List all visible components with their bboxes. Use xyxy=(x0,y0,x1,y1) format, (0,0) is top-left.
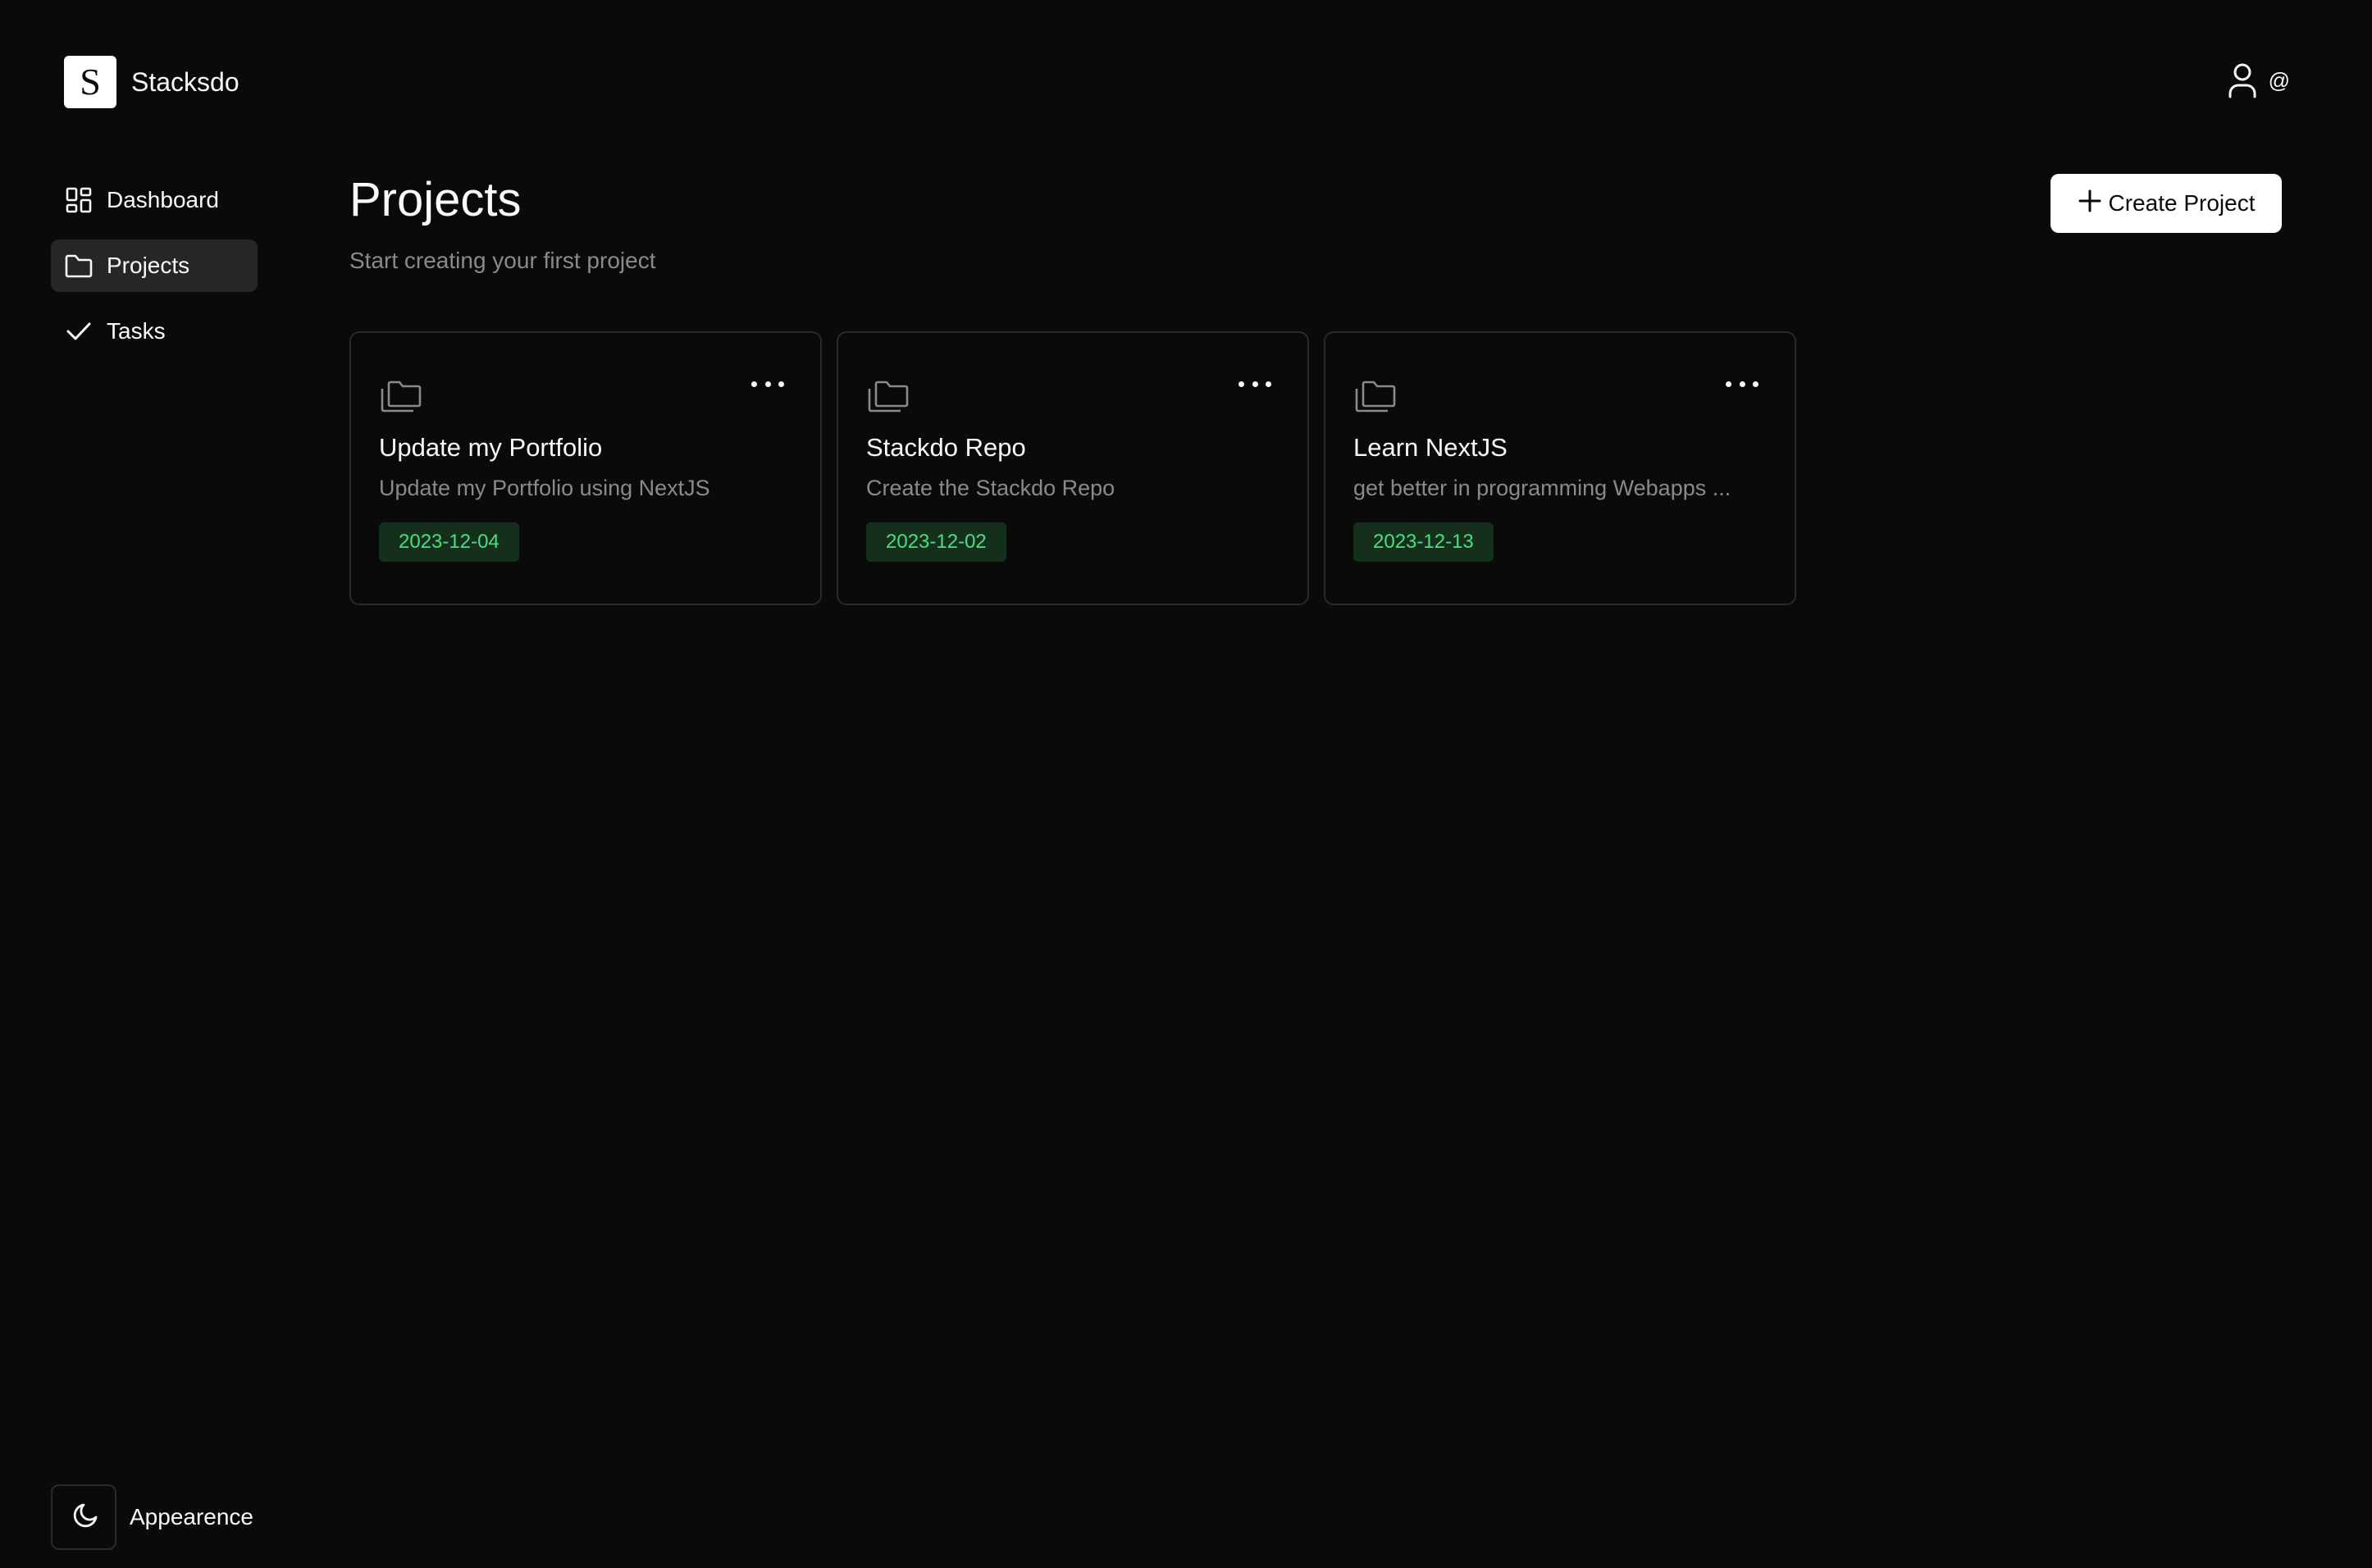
user-icon[interactable] xyxy=(2228,62,2257,98)
project-card[interactable]: Learn NextJS get better in programming W… xyxy=(1324,331,1796,605)
folders-icon xyxy=(1355,381,1396,413)
brand-name: Stacksdo xyxy=(131,66,239,97)
project-description: get better in programming Webapps ... xyxy=(1353,476,1731,500)
project-card[interactable]: Stackdo Repo Create the Stackdo Repo 202… xyxy=(837,331,1309,605)
dashboard-grid-icon xyxy=(64,185,94,215)
page-subtitle: Start creating your first project xyxy=(349,248,656,273)
create-project-button[interactable]: Create Project xyxy=(2050,174,2282,233)
brand-logo: S xyxy=(64,56,116,108)
appearance-label: Appearence xyxy=(130,1504,254,1529)
project-date-badge: 2023-12-04 xyxy=(379,522,519,562)
sidebar-item-label: Projects xyxy=(107,253,190,278)
app-root: S Stacksdo @ Dashboard Projects Tasks Pr… xyxy=(0,0,2372,1568)
project-description: Update my Portfolio using NextJS xyxy=(379,476,710,500)
project-date-badge: 2023-12-13 xyxy=(1353,522,1494,562)
check-icon xyxy=(64,317,94,346)
plus-icon xyxy=(2078,189,2102,219)
sidebar-nav: Dashboard Projects Tasks xyxy=(51,174,258,371)
folders-icon xyxy=(868,381,909,413)
project-title: Learn NextJS xyxy=(1353,433,1508,462)
sidebar-item-dashboard[interactable]: Dashboard xyxy=(51,174,258,226)
brand[interactable]: S Stacksdo xyxy=(64,56,239,108)
project-description: Create the Stackdo Repo xyxy=(866,476,1115,500)
sidebar-item-tasks[interactable]: Tasks xyxy=(51,305,258,358)
moon-icon xyxy=(73,1503,98,1528)
sidebar-item-projects[interactable]: Projects xyxy=(51,239,258,292)
sidebar-item-label: Tasks xyxy=(107,318,166,344)
folder-icon xyxy=(64,251,94,280)
user-menu[interactable]: @ xyxy=(2228,62,2290,98)
more-options-icon[interactable] xyxy=(1726,376,1758,392)
more-options-icon[interactable] xyxy=(751,376,784,392)
project-grid: Update my Portfolio Update my Portfolio … xyxy=(349,331,1796,605)
project-title: Stackdo Repo xyxy=(866,433,1026,462)
project-card[interactable]: Update my Portfolio Update my Portfolio … xyxy=(349,331,822,605)
page-title: Projects xyxy=(349,173,522,226)
more-options-icon[interactable] xyxy=(1238,376,1271,392)
appearance-toggle: Appearence xyxy=(51,1484,253,1550)
appearance-button[interactable] xyxy=(51,1484,116,1550)
project-title: Update my Portfolio xyxy=(379,433,603,462)
folders-icon xyxy=(381,381,422,413)
create-project-label: Create Project xyxy=(2108,190,2256,216)
sidebar-item-label: Dashboard xyxy=(107,187,219,212)
user-handle: @ xyxy=(2268,67,2290,93)
project-date-badge: 2023-12-02 xyxy=(866,522,1006,562)
